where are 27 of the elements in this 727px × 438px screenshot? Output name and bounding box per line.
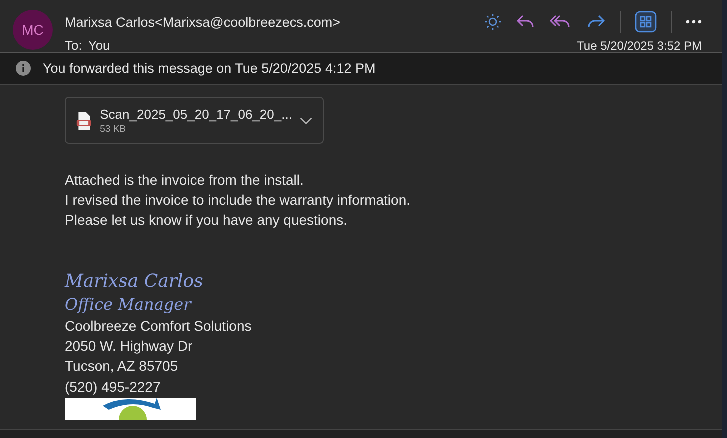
info-icon: [16, 61, 31, 76]
body-text: Please let us know if you have any questions.: [65, 211, 349, 230]
more-icon[interactable]: [686, 20, 702, 24]
signature-phone: (520) 495-2227: [65, 378, 161, 397]
recipient-name: You: [88, 38, 110, 53]
attachment-name: Scan_2025_05_20_17_06_20_...: [100, 106, 292, 122]
body-text: Attached is the invoice from the install.: [65, 171, 305, 190]
sun-icon[interactable]: [484, 13, 502, 31]
chevron-down-icon[interactable]: [300, 116, 313, 124]
signature-line: Coolbreeze Comfort Solutions: [65, 317, 252, 336]
sender-avatar: MC: [13, 10, 53, 50]
reply-icon[interactable]: [516, 14, 536, 30]
forward-icon[interactable]: [586, 14, 606, 30]
document-icon: [76, 110, 92, 132]
signature-title: Office Manager: [65, 294, 192, 316]
sent-date: Tue 5/20/2025 3:52 PM: [577, 38, 702, 52]
apps-icon[interactable]: [635, 11, 657, 33]
signature-line: 2050 W. Highway Dr: [65, 337, 193, 356]
attachment-size: 53 KB: [100, 124, 128, 134]
banner-text: You forwarded this message on Tue 5/20/2025 4:12 PM: [43, 61, 376, 76]
to-label: To:: [65, 38, 82, 53]
signature-name: Marixsa Carlos: [65, 270, 204, 294]
body-text: I revised the invoice to include the warranty information.: [65, 191, 412, 210]
reply-all-icon[interactable]: [550, 14, 572, 30]
sender-name: Marixsa Carlos<Marixsa@coolbreezecs.com>: [65, 14, 341, 30]
signature-line: Tucson, AZ 85705: [65, 357, 178, 376]
attachment-card[interactable]: Scan_2025_05_20_17_06_20_... 53 KB: [65, 97, 324, 144]
